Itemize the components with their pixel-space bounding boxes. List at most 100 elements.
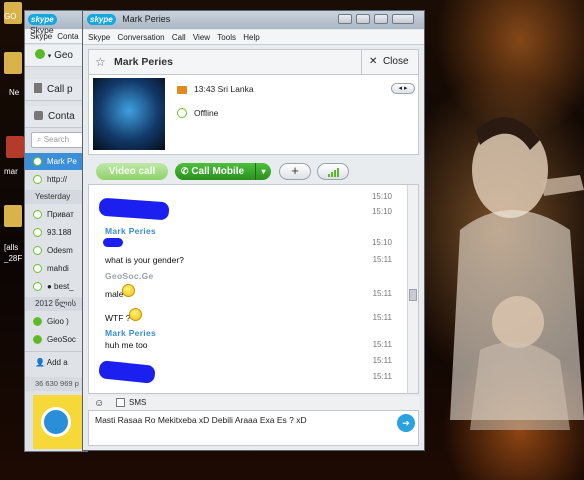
contact-name: mahdi xyxy=(47,264,69,273)
message-time: 15:10 xyxy=(371,238,392,247)
redacted-scribble xyxy=(98,360,156,384)
wallpaper-artwork xyxy=(450,117,584,430)
chevron-down-icon[interactable]: ▾ xyxy=(255,163,271,180)
video-call-button[interactable]: Video call xyxy=(96,163,168,180)
contact-status-icon xyxy=(33,175,42,184)
message-text: what is your gender? xyxy=(105,255,184,265)
title-bar[interactable]: skype Mark Peries xyxy=(83,11,424,29)
menu-call[interactable]: Call xyxy=(172,33,186,42)
message-time: 15:11 xyxy=(372,372,392,381)
message-sender: GeoSoc.Ge xyxy=(105,271,154,281)
search-input[interactable]: ⌕ Search xyxy=(31,132,87,148)
contact-status-icon xyxy=(33,264,42,273)
close-conversation-button[interactable]: ✕ Close xyxy=(361,50,419,74)
scrollbar-thumb[interactable] xyxy=(409,289,417,301)
window-title: Mark Peries xyxy=(122,14,171,24)
add-contact-button[interactable]: 👤 Add a xyxy=(25,351,89,373)
menu-skype[interactable]: Skype xyxy=(88,33,110,42)
contact-item-selected[interactable]: Mark Pe xyxy=(25,153,89,170)
call-mobile-button[interactable]: ✆ Call Mobile ▾ xyxy=(175,163,271,180)
contact-status-icon xyxy=(33,228,42,237)
contact-name: 93.188 xyxy=(47,228,72,237)
close-window-button[interactable] xyxy=(392,14,414,24)
chevron-down-icon: ▾ xyxy=(47,53,52,60)
chat-scrollbar[interactable] xyxy=(407,185,418,393)
add-people-button[interactable]: + xyxy=(279,163,311,180)
menu-view[interactable]: View xyxy=(193,33,210,42)
online-status-icon xyxy=(35,49,45,59)
avatar xyxy=(93,78,165,150)
message-time: 15:11 xyxy=(372,255,392,264)
contact-status-icon xyxy=(33,282,42,291)
contacts-icon xyxy=(34,111,43,120)
skype-logo: skype xyxy=(28,14,57,25)
menu-help[interactable]: Help xyxy=(243,33,259,42)
call-mobile-label: Call Mobile xyxy=(191,166,245,177)
users-online-count: 36 630 969 p xyxy=(25,377,89,391)
message-time: 15:11 xyxy=(372,340,392,349)
sms-label: SMS xyxy=(129,398,147,407)
restore-icon[interactable] xyxy=(338,14,352,24)
redacted-scribble xyxy=(103,238,123,247)
local-time: 13:43 Sri Lanka xyxy=(194,84,254,94)
sms-checkbox[interactable] xyxy=(116,398,125,407)
status-text: Offline xyxy=(194,108,219,118)
call-phones-label: Call p xyxy=(47,84,73,95)
status-selector[interactable]: ▾ Geo xyxy=(25,45,89,67)
signal-icon xyxy=(328,168,339,177)
add-contact-label: Add a xyxy=(46,358,68,367)
search-icon: ⌕ xyxy=(37,135,42,144)
contact-name-heading: Mark Peries xyxy=(114,56,173,68)
contact-status-icon xyxy=(33,210,42,219)
close-label: Close xyxy=(382,56,409,67)
desktop-icon-label: mar xyxy=(4,167,18,176)
emoticon-picker-icon[interactable]: ☺ xyxy=(94,397,104,411)
profile-nav-arrows[interactable]: ◂ ▸ xyxy=(391,83,415,94)
folder-icon[interactable] xyxy=(4,52,22,74)
folder-icon[interactable] xyxy=(4,205,22,227)
file-icon[interactable] xyxy=(6,136,24,158)
call-quality-button[interactable] xyxy=(317,163,349,180)
contact-name: ● best_ xyxy=(47,282,74,291)
menu-bar: Skype Conta xyxy=(25,29,87,44)
contacts-tab[interactable]: Conta xyxy=(25,106,89,128)
smiley-icon xyxy=(129,308,142,321)
contact-name: Gioo ) xyxy=(47,317,69,326)
desktop-icon-label: _28F xyxy=(4,254,23,263)
menu-skype[interactable]: Skype xyxy=(30,32,52,41)
contact-status-icon xyxy=(33,157,42,166)
chat-history[interactable]: 15:10 15:10 Mark Peries 15:10 what is yo… xyxy=(88,184,419,394)
message-input[interactable]: Masti Rasaa Ro Mekitxeba xD Debili Araaa… xyxy=(88,410,419,446)
message-sender: Mark Peries xyxy=(105,328,157,338)
message-text: male xyxy=(105,289,124,299)
message-sender: Mark Peries xyxy=(105,226,157,236)
status-label: Geo xyxy=(54,50,73,61)
menu-contacts[interactable]: Conta xyxy=(57,32,78,41)
add-contact-icon: 👤 xyxy=(35,358,45,367)
call-phones-button[interactable]: Call p xyxy=(25,79,89,101)
contact-status-icon xyxy=(33,246,42,255)
contact-name: Приват xyxy=(47,210,74,219)
message-time: 15:11 xyxy=(372,356,392,365)
clock-icon xyxy=(177,86,187,94)
menu-tools[interactable]: Tools xyxy=(217,33,236,42)
contacts-tab-label: Conta xyxy=(48,111,75,122)
star-icon[interactable]: ☆ xyxy=(95,55,106,69)
phone-icon: ✆ xyxy=(181,166,189,176)
conversation-window[interactable]: skype Mark Peries Skype Conversation Cal… xyxy=(82,10,425,451)
compose-toolbar: ☺ SMS xyxy=(88,396,419,410)
send-icon[interactable]: ➔ xyxy=(397,414,415,432)
ad-banner[interactable] xyxy=(33,395,89,449)
section-header-yesterday: Yesterday xyxy=(25,190,89,204)
message-time: 15:10 xyxy=(371,207,392,216)
maximize-button[interactable] xyxy=(374,14,388,24)
plus-icon: + xyxy=(291,163,299,178)
title-bar[interactable]: skype Skype xyxy=(25,11,87,35)
minimize-button[interactable] xyxy=(356,14,370,24)
message-text: WTF ? xyxy=(105,313,131,323)
message-time: 15:10 xyxy=(371,192,392,201)
message-text: huh me too xyxy=(105,340,148,350)
menu-conversation[interactable]: Conversation xyxy=(117,33,164,42)
skype-main-window[interactable]: skype Skype Skype Conta ▾ Geo Call p Cont… xyxy=(24,10,89,452)
message-time: 15:11 xyxy=(372,313,392,322)
